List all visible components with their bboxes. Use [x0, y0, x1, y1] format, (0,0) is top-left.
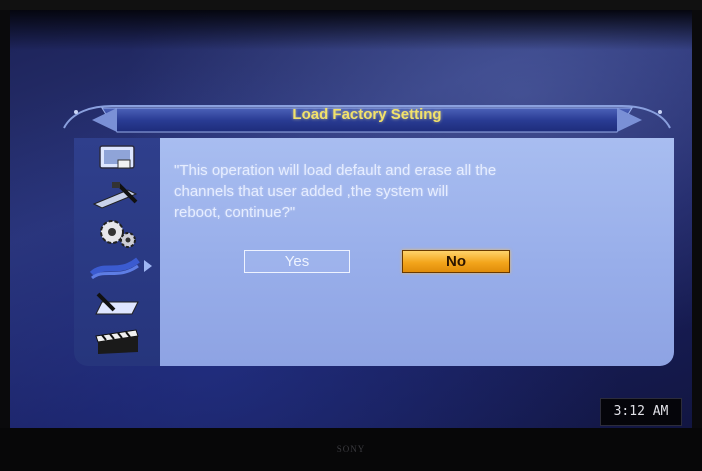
monitor-settings-icon[interactable] — [88, 144, 144, 174]
tools-icon[interactable] — [88, 180, 144, 210]
menu-sidebar — [74, 138, 160, 366]
clock-display: 3:12 AM — [600, 398, 682, 426]
gears-icon[interactable] — [88, 218, 144, 248]
tv-screen: Load Factory Setting "This operation wil… — [10, 10, 692, 428]
pen-tablet-icon[interactable] — [88, 290, 144, 320]
dialog-message: "This operation will load default and er… — [174, 162, 497, 221]
dialog-body: "This operation will load default and er… — [160, 138, 674, 366]
cable-icon[interactable] — [88, 252, 144, 282]
brand-logo: SONY — [336, 444, 366, 454]
dialog-title: Load Factory Setting — [292, 106, 442, 123]
screen-shadow — [10, 10, 692, 50]
clapperboard-icon[interactable] — [88, 326, 144, 356]
tv-bezel-top — [0, 0, 702, 10]
no-button[interactable]: No — [402, 250, 510, 273]
yes-button[interactable]: Yes — [244, 250, 350, 273]
selected-item-arrow — [144, 260, 152, 272]
dialog-title-bar: Load Factory Setting — [62, 98, 672, 140]
